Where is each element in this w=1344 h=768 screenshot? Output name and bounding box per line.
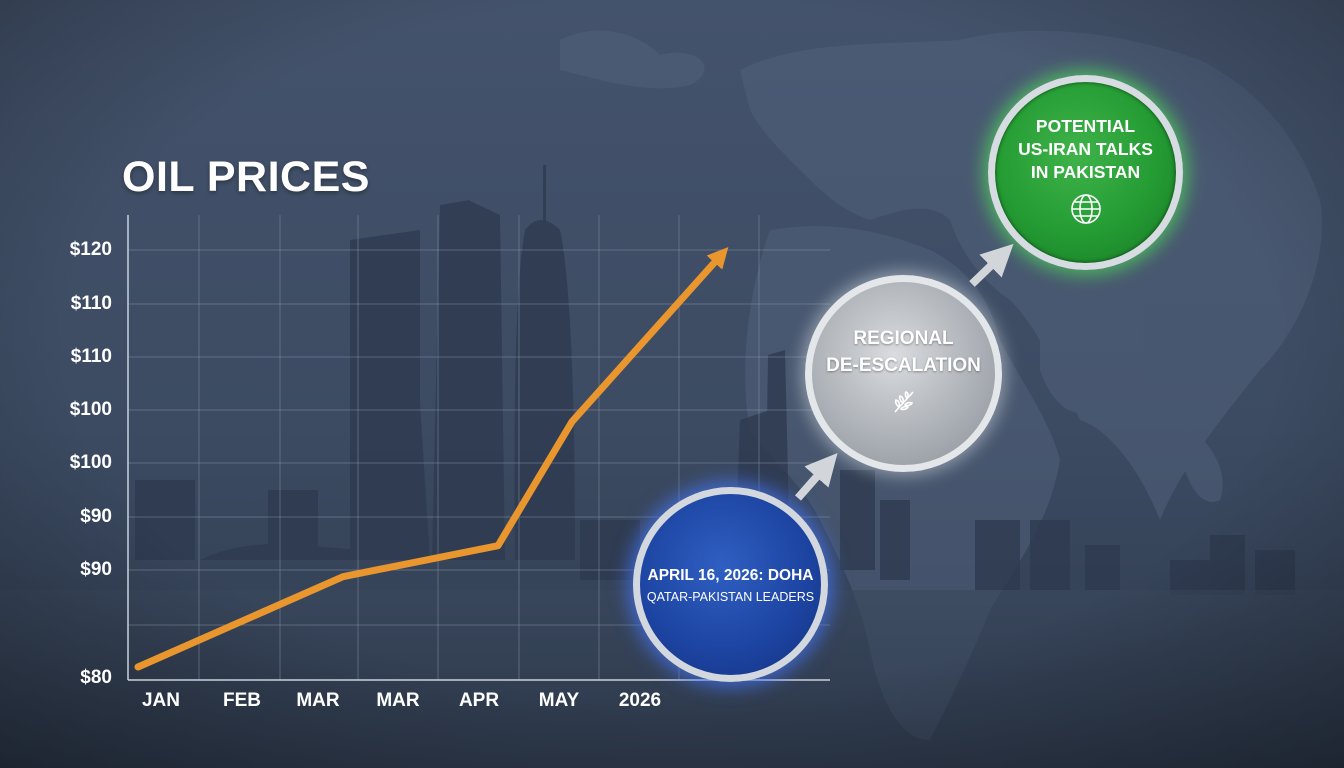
x-tick-label: MAY bbox=[538, 690, 580, 711]
x-tick-label: MAR bbox=[296, 690, 340, 711]
x-tick-label: 2026 bbox=[618, 690, 662, 711]
x-tick-label: JAN bbox=[141, 690, 180, 711]
milestone-doha-date: APRIL 16, 2026: DOHA bbox=[647, 566, 814, 584]
y-tick-label: $100 bbox=[69, 452, 112, 473]
milestone-deescalation-circle: REGIONAL DE-ESCALATION bbox=[805, 275, 1002, 472]
milestone-deescalation-line1: REGIONAL bbox=[853, 328, 954, 349]
milestone-talks-line2: US-IRAN TALKS bbox=[1018, 138, 1153, 159]
milestone-deescalation-line2: DE-ESCALATION bbox=[826, 355, 981, 376]
milestone-talks-line3: IN PAKISTAN bbox=[1030, 161, 1141, 182]
y-tick-label: $110 bbox=[70, 346, 112, 367]
milestone-doha-circle: APRIL 16, 2026: DOHA QATAR-PAKISTAN LEAD… bbox=[633, 487, 828, 682]
y-tick-label: $100 bbox=[69, 399, 112, 420]
milestone-talks-line1: POTENTIAL bbox=[1035, 115, 1136, 136]
milestone-talks-circle: POTENTIAL US-IRAN TALKS IN PAKISTAN bbox=[988, 75, 1183, 270]
x-tick-label: APR bbox=[458, 690, 500, 711]
y-tick-label: $110 bbox=[70, 293, 112, 314]
x-tick-label: FEB bbox=[223, 690, 261, 711]
y-tick-label: $90 bbox=[80, 506, 112, 527]
y-tick-label: $120 bbox=[69, 239, 112, 260]
olive-branch-icon bbox=[889, 387, 919, 422]
globe-icon bbox=[1069, 192, 1103, 231]
y-tick-label: $80 bbox=[80, 667, 112, 688]
milestone-doha-subtitle: QATAR-PAKISTAN LEADERS bbox=[646, 589, 815, 604]
chart-title: OIL PRICES bbox=[122, 153, 370, 201]
series-line-0 bbox=[134, 246, 729, 671]
y-tick-label: $90 bbox=[80, 559, 112, 580]
x-tick-label: MAR bbox=[376, 690, 420, 711]
